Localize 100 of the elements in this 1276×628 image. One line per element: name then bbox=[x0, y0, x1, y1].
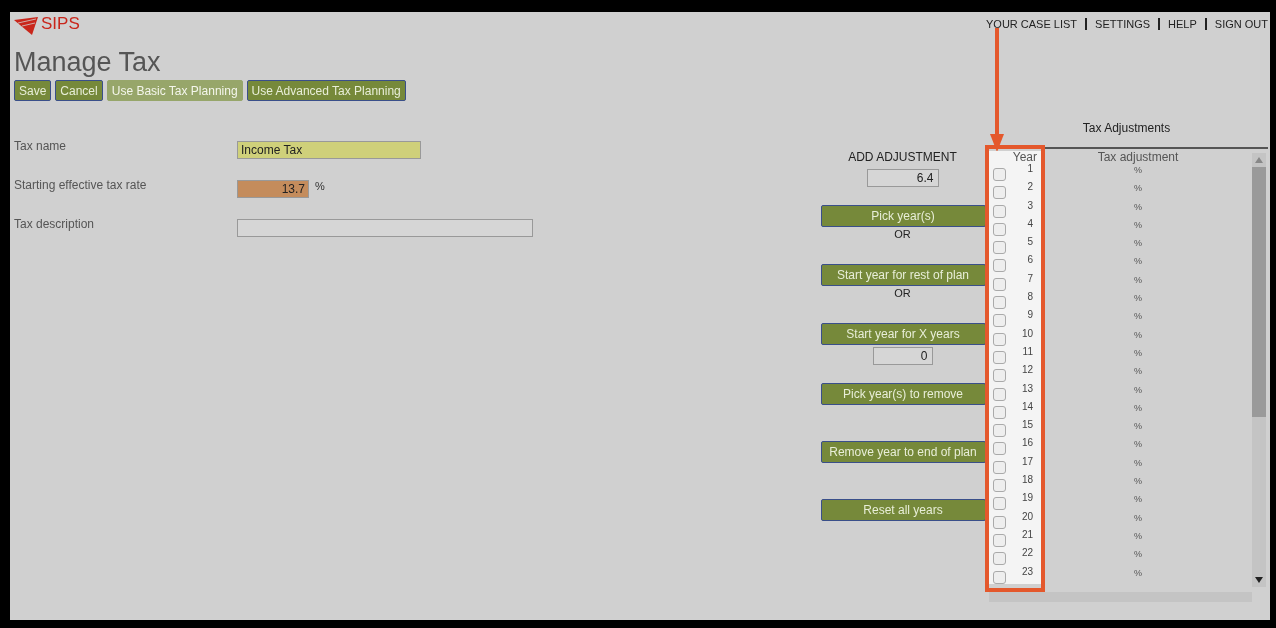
row-checkbox[interactable] bbox=[993, 168, 1006, 181]
row-checkbox[interactable] bbox=[993, 332, 1006, 346]
year-cell-text: 13 bbox=[1021, 382, 1033, 396]
scroll-down-icon[interactable] bbox=[1255, 577, 1263, 583]
year-cell-text: 16 bbox=[1021, 437, 1033, 451]
logo-text: SIPS bbox=[41, 15, 80, 32]
row-checkbox[interactable] bbox=[993, 259, 1006, 273]
year-cell-text: 11 bbox=[1022, 345, 1033, 359]
row-checkbox[interactable] bbox=[993, 460, 1006, 474]
row-checkbox[interactable] bbox=[993, 442, 1006, 456]
adjustment-cell-text: % bbox=[1133, 273, 1143, 287]
row-checkbox[interactable] bbox=[993, 515, 1006, 529]
year-cell-text: 23 bbox=[1021, 565, 1033, 579]
year-cell-text: 21 bbox=[1021, 528, 1033, 542]
year-cell-text: 10 bbox=[1021, 327, 1033, 341]
year-cell-text: 22 bbox=[1021, 547, 1033, 561]
row-checkbox[interactable] bbox=[993, 241, 1006, 255]
row-checkbox[interactable] bbox=[993, 186, 1006, 200]
row-checkbox[interactable] bbox=[993, 533, 1006, 547]
adjustment-cell-text: % bbox=[1133, 310, 1143, 324]
nav-link[interactable]: SIGN OUT bbox=[1204, 18, 1270, 30]
adjustment-cell-text: % bbox=[1133, 328, 1143, 342]
adjustment-cell-text: % bbox=[1133, 292, 1143, 306]
row-checkbox[interactable] bbox=[993, 552, 1006, 566]
row-checkbox[interactable] bbox=[993, 405, 1006, 419]
year-cell-text: 19 bbox=[1021, 492, 1033, 506]
adjustment-cell-text: % bbox=[1133, 182, 1143, 196]
adjustment-cell-text: % bbox=[1133, 456, 1143, 470]
year-cell-text: 9 bbox=[1027, 309, 1033, 323]
column-header: Tax adjustment bbox=[1096, 151, 1180, 163]
adjustment-button[interactable]: Remove year to end of plan bbox=[820, 441, 986, 463]
row-checkbox[interactable] bbox=[993, 204, 1006, 218]
adjustment-button[interactable]: Reset all years bbox=[820, 499, 986, 521]
vertical-scrollbar[interactable] bbox=[1252, 153, 1266, 587]
year-cell-text: 20 bbox=[1021, 510, 1033, 524]
toolbar-button[interactable]: Cancel bbox=[55, 80, 103, 101]
adjustment-cell-text: % bbox=[1133, 200, 1143, 214]
input-field[interactable]: 13.7 bbox=[237, 180, 309, 198]
adjustment-button[interactable]: Start year for X years bbox=[820, 323, 986, 345]
year-cell-text: 15 bbox=[1021, 419, 1033, 433]
adjustment-cell-text: % bbox=[1133, 475, 1143, 489]
year-cell-text: 17 bbox=[1021, 455, 1033, 469]
adjustment-cell-text: % bbox=[1133, 566, 1143, 580]
adjustment-cell-text: % bbox=[1133, 548, 1143, 562]
adjustment-button[interactable]: Start year for rest of plan bbox=[820, 264, 986, 286]
adjustment-cell-text: % bbox=[1133, 365, 1143, 379]
year-cell-text: 7 bbox=[1027, 272, 1033, 286]
year-cell-text: 1 bbox=[1027, 163, 1033, 176]
adjustment-cell-text: % bbox=[1133, 493, 1143, 507]
nav-link[interactable]: SETTINGS bbox=[1085, 18, 1159, 30]
adjustment-input[interactable]: 6.4 bbox=[866, 169, 939, 187]
adjustment-cell-text: % bbox=[1133, 164, 1143, 177]
row-checkbox[interactable] bbox=[993, 497, 1006, 511]
nav-link[interactable]: HELP bbox=[1158, 18, 1205, 30]
year-cell-text: 18 bbox=[1021, 474, 1033, 488]
adjustment-heading: ADD ADJUSTMENT bbox=[848, 150, 957, 164]
table-title: Tax Adjustments bbox=[1081, 121, 1172, 137]
adjustment-cell-text: % bbox=[1133, 438, 1143, 452]
adjustment-button[interactable]: Pick year(s) bbox=[820, 205, 986, 227]
row-checkbox[interactable] bbox=[993, 369, 1006, 383]
row-checkbox[interactable] bbox=[993, 424, 1006, 438]
adjustment-cell-text: % bbox=[1133, 237, 1143, 251]
field-label: Tax description bbox=[14, 217, 96, 231]
page-title: Manage Tax bbox=[14, 47, 162, 77]
toolbar-button[interactable]: Save bbox=[14, 80, 52, 101]
adjustment-cell-text: % bbox=[1133, 383, 1143, 397]
logo-icon bbox=[14, 17, 38, 35]
row-checkbox[interactable] bbox=[993, 222, 1006, 236]
row-checkbox[interactable] bbox=[993, 570, 1006, 584]
adjustment-cell-text: % bbox=[1133, 255, 1143, 269]
row-checkbox[interactable] bbox=[993, 314, 1006, 328]
year-cell-text: 4 bbox=[1027, 217, 1033, 231]
year-cell-text: 2 bbox=[1027, 181, 1033, 195]
adjustment-button[interactable]: Pick year(s) to remove bbox=[820, 383, 986, 405]
scroll-up-icon[interactable] bbox=[1255, 157, 1263, 163]
year-cell-text: 3 bbox=[1027, 199, 1033, 213]
row-checkbox[interactable] bbox=[993, 479, 1006, 493]
unit-label: % bbox=[315, 180, 325, 192]
row-checkbox[interactable] bbox=[993, 296, 1006, 310]
input-field[interactable] bbox=[237, 219, 533, 237]
or-label: OR bbox=[894, 287, 911, 301]
adjustment-cell-text: % bbox=[1133, 420, 1143, 434]
year-cell-text: 12 bbox=[1021, 364, 1033, 378]
horizontal-scrollbar[interactable] bbox=[989, 592, 1252, 602]
row-checkbox[interactable] bbox=[993, 350, 1006, 364]
adjustment-cell-text: % bbox=[1133, 511, 1143, 525]
toolbar-button[interactable]: Use Advanced Tax Planning bbox=[246, 80, 406, 101]
year-cell-text: 8 bbox=[1027, 291, 1033, 305]
field-label: Starting effective tax rate bbox=[14, 178, 148, 192]
nav-link[interactable]: YOUR CASE LIST bbox=[978, 18, 1086, 30]
or-label: OR bbox=[894, 228, 911, 242]
row-checkbox[interactable] bbox=[993, 387, 1006, 401]
year-cell-text: 6 bbox=[1027, 254, 1033, 268]
adjustment-cell-text: % bbox=[1133, 401, 1143, 415]
year-cell-text: 14 bbox=[1021, 400, 1033, 414]
year-cell-text: 5 bbox=[1027, 236, 1033, 250]
years-input[interactable]: 0 bbox=[872, 347, 933, 365]
row-checkbox[interactable] bbox=[993, 277, 1006, 291]
adjustment-cell-text: % bbox=[1133, 346, 1143, 360]
input-field[interactable]: Income Tax bbox=[237, 141, 421, 159]
